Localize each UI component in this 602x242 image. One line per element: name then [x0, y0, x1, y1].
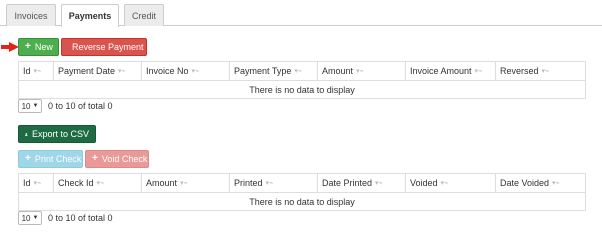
col-id[interactable]: Id ▾⌁ — [19, 62, 54, 80]
sort-icon: ▾⌁ — [265, 180, 274, 187]
tab-bar: Invoices Payments Credit — [0, 0, 602, 27]
payments-pager: 10 ▼ 0 to 10 of total 0 — [18, 99, 113, 113]
tab-invoices-label: Invoices — [14, 10, 48, 21]
col-payment-type-label: Payment Type — [234, 66, 292, 76]
col-voided-label: Voided — [410, 178, 438, 188]
plus-icon: + — [25, 153, 31, 164]
checks-pager: 10 ▼ 0 to 10 of total 0 — [18, 211, 113, 225]
page-size-select[interactable]: 10 ▼ — [18, 99, 42, 113]
col-invoice-no[interactable]: Invoice No ▾⌁ — [142, 62, 230, 80]
user-export-icon — [25, 132, 28, 136]
payments-table-header: Id ▾⌁ Payment Date ▾⌁ Invoice No ▾⌁ Payment… — [19, 62, 585, 81]
col-payment-date-label: Payment Date — [58, 66, 116, 76]
col-invoice-amount-label: Invoice Amount — [410, 66, 472, 76]
col-check-id-label: Check Id — [58, 178, 94, 188]
plus-icon: + — [25, 41, 31, 52]
col-printed-label: Printed — [234, 178, 263, 188]
col-date-printed[interactable]: Date Printed ▾⌁ — [318, 174, 406, 192]
sort-icon: ▾⌁ — [180, 180, 188, 187]
tab-payments[interactable]: Payments — [61, 4, 119, 27]
col-date-printed-label: Date Printed — [322, 178, 373, 188]
print-button-label: Print Check — [34, 154, 82, 164]
sort-icon: ▾⌁ — [552, 180, 560, 187]
page-info: 0 to 10 of total 0 — [48, 213, 113, 223]
checks-table: Id ▾⌁ Check Id ▾⌁ Amount ▾⌁ Printed ▾⌁ Date … — [18, 173, 586, 211]
red-arrow-icon — [1, 42, 19, 52]
plus-icon: + — [92, 153, 98, 164]
page-size-value: 10 — [21, 101, 31, 111]
col-check-row-id[interactable]: Id ▾⌁ — [19, 174, 54, 192]
page-size-select[interactable]: 10 ▼ — [18, 211, 42, 225]
tab-credit-label: Credit — [131, 10, 156, 21]
sort-icon: ▾⌁ — [375, 180, 383, 187]
sort-icon: ▾⌁ — [33, 68, 42, 75]
payments-empty-message: There is no data to display — [249, 84, 355, 95]
checks-table-header: Id ▾⌁ Check Id ▾⌁ Amount ▾⌁ Printed ▾⌁ Date … — [19, 174, 585, 193]
col-voided[interactable]: Voided ▾⌁ — [406, 174, 496, 192]
tab-credit[interactable]: Credit — [124, 4, 164, 26]
col-payment-date[interactable]: Payment Date ▾⌁ — [54, 62, 142, 80]
print-check-button[interactable]: + Print Check — [18, 150, 83, 168]
sort-icon: ▾⌁ — [33, 180, 42, 187]
col-date-voided-label: Date Voided — [500, 178, 550, 188]
col-invoice-amount[interactable]: Invoice Amount ▾⌁ — [406, 62, 496, 80]
void-button-label: Void Check — [101, 154, 148, 164]
col-payment-type[interactable]: Payment Type ▾⌁ — [230, 62, 318, 80]
new-payment-button[interactable]: + New — [18, 38, 59, 56]
page-size-value: 10 — [21, 213, 31, 223]
reverse-payment-button[interactable]: Reverse Payment — [61, 38, 147, 56]
sort-icon: ▾⌁ — [356, 68, 364, 75]
sort-icon: ▾⌁ — [96, 180, 105, 187]
sort-icon: ▾⌁ — [294, 68, 303, 75]
tab-invoices[interactable]: Invoices — [6, 4, 56, 26]
payments-table: Id ▾⌁ Payment Date ▾⌁ Invoice No ▾⌁ Payment… — [18, 61, 586, 99]
col-amount[interactable]: Amount ▾⌁ — [318, 62, 406, 80]
page-info: 0 to 10 of total 0 — [48, 101, 113, 111]
sort-icon: ▾⌁ — [191, 68, 200, 75]
void-check-button[interactable]: + Void Check — [85, 150, 149, 168]
col-reversed[interactable]: Reversed ▾⌁ — [496, 62, 585, 80]
col-amount-label: Amount — [322, 66, 354, 76]
col-invoice-no-label: Invoice No — [146, 66, 189, 76]
sort-icon: ▾⌁ — [474, 68, 483, 75]
export-csv-button[interactable]: Export to CSV — [18, 125, 96, 143]
col-check-row-id-label: Id — [23, 178, 31, 188]
checks-empty-message: There is no data to display — [249, 196, 355, 207]
col-check-amount-label: Amount — [146, 178, 178, 188]
new-button-label: New — [34, 42, 53, 52]
sort-icon: ▾⌁ — [440, 180, 449, 187]
reverse-button-label: Reverse Payment — [72, 42, 144, 52]
sort-icon: ▾⌁ — [118, 68, 126, 75]
export-button-label: Export to CSV — [31, 129, 89, 139]
col-date-voided[interactable]: Date Voided ▾⌁ — [496, 174, 585, 192]
sort-icon: ▾⌁ — [541, 68, 550, 75]
col-id-label: Id — [23, 66, 31, 76]
caret-down-icon: ▼ — [32, 215, 39, 221]
caret-down-icon: ▼ — [32, 103, 39, 109]
col-printed[interactable]: Printed ▾⌁ — [230, 174, 318, 192]
col-reversed-label: Reversed — [500, 66, 539, 76]
col-check-id[interactable]: Check Id ▾⌁ — [54, 174, 142, 192]
col-check-amount[interactable]: Amount ▾⌁ — [142, 174, 230, 192]
tab-payments-label: Payments — [68, 11, 112, 21]
